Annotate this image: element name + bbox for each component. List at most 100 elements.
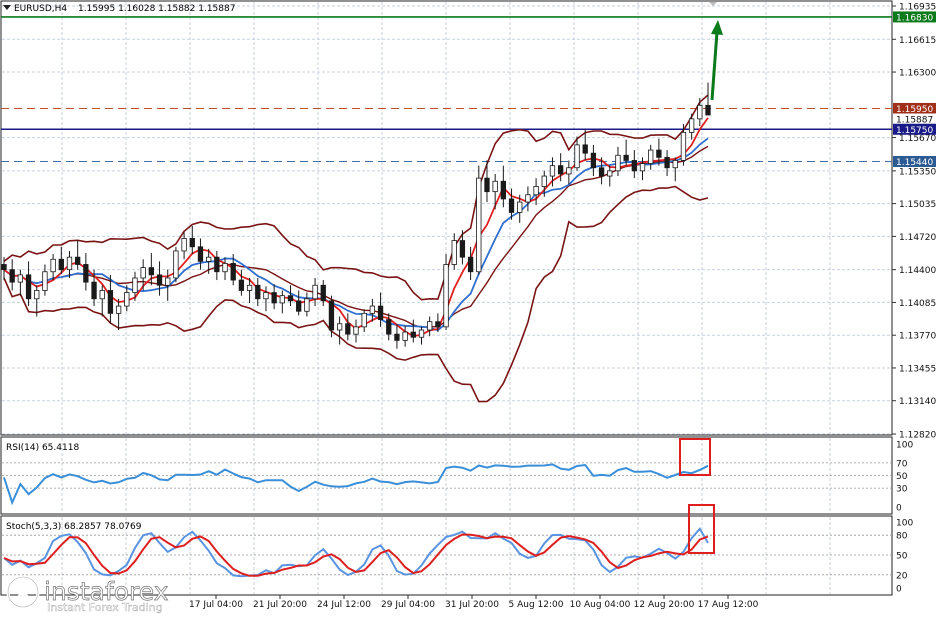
candle-body — [34, 290, 40, 300]
candle-body — [246, 284, 253, 291]
candle-body — [410, 331, 416, 338]
candle-body — [476, 177, 482, 273]
candle-body — [328, 300, 335, 331]
candle-body — [705, 104, 711, 116]
rsi-tick-label: 0 — [896, 504, 902, 514]
candle-body — [697, 104, 703, 120]
candle-body — [230, 263, 236, 281]
candle-body — [451, 240, 457, 265]
chart-canvas[interactable]: EURUSD,H4 1.15995 1.16028 1.15882 1.1588… — [0, 0, 937, 617]
symbol-timeframe: EURUSD,H4 — [14, 4, 67, 14]
candle-body — [574, 144, 580, 169]
chart-window[interactable]: EURUSD,H4 1.15995 1.16028 1.15882 1.1588… — [0, 0, 937, 617]
support-tag-label: 1.15750 — [896, 126, 933, 136]
candle-body — [566, 167, 572, 175]
candle-body — [50, 258, 56, 273]
candle-body — [165, 277, 171, 286]
price-tick-label: 1.14720 — [899, 233, 936, 243]
candle-body — [467, 256, 474, 273]
candle-body — [353, 326, 359, 335]
candle-body — [91, 281, 97, 300]
price-tick-label: 1.14400 — [899, 266, 936, 276]
candle-body — [189, 238, 195, 248]
dashed-lower-tag-label: 1.15440 — [896, 158, 933, 168]
time-tick-label: 29 Jul 04:00 — [381, 600, 435, 610]
candle-body — [181, 238, 187, 252]
candle-body — [664, 156, 670, 169]
candle-body — [287, 295, 294, 302]
candle-body — [459, 240, 466, 258]
stoch-tick-label: 80 — [896, 532, 908, 542]
candle-body — [533, 186, 539, 196]
candle-body — [361, 312, 367, 328]
watermark-tagline: Instant Forex Trading — [47, 601, 163, 614]
candle-body — [443, 264, 449, 328]
candle-body — [17, 274, 24, 283]
candle-body — [25, 274, 32, 300]
candle-body — [304, 298, 310, 312]
candle-body — [517, 201, 523, 213]
candle-body — [484, 177, 490, 193]
candle-body — [58, 258, 64, 271]
stoch-tick-label: 50 — [896, 552, 908, 562]
candle-body — [238, 279, 245, 291]
price-tick-label: 1.15350 — [899, 167, 936, 177]
candle-body — [427, 321, 433, 331]
rsi-tick-label: 100 — [896, 441, 913, 451]
stoch-tick-label: 0 — [896, 585, 902, 595]
symbol-header: EURUSD,H4 1.15995 1.16028 1.15882 1.1588… — [3, 4, 235, 14]
candle-body — [115, 305, 122, 314]
candle-body — [549, 165, 556, 177]
candle-body — [680, 131, 687, 161]
candle-body — [255, 284, 261, 300]
candle-body — [558, 165, 564, 175]
rsi-tick-label: 70 — [896, 459, 908, 469]
candle-body — [205, 256, 212, 262]
candle-body — [132, 277, 138, 293]
candle-body — [656, 149, 662, 158]
candle-body — [386, 319, 392, 335]
candle-body — [336, 323, 343, 331]
candle-body — [631, 160, 637, 172]
candle-body — [639, 163, 646, 172]
stoch-tick-label: 20 — [896, 571, 908, 581]
candle-body — [99, 290, 105, 300]
candle-body — [648, 149, 654, 164]
candle-body — [197, 246, 204, 262]
time-tick-label: 17 Jul 04:00 — [189, 600, 243, 610]
rsi-tick-label: 50 — [896, 472, 908, 482]
stoch-label: Stoch(5,3,3) 68.2857 78.0769 — [6, 522, 142, 532]
candle-body — [508, 198, 515, 213]
candle-body — [402, 331, 408, 341]
candle-body — [377, 305, 384, 320]
candle-body — [320, 284, 326, 302]
time-tick-label: 21 Jul 20:00 — [253, 600, 307, 610]
candle-body — [541, 175, 547, 187]
candle-body — [672, 160, 678, 169]
candle-body — [525, 194, 531, 203]
candle-body — [156, 274, 163, 286]
stoch-tick-label: 100 — [896, 519, 913, 529]
time-tick-label: 10 Aug 04:00 — [570, 600, 631, 610]
time-tick-label: 17 Aug 12:00 — [698, 600, 759, 610]
candle-body — [263, 292, 269, 300]
time-tick-label: 31 Jul 20:00 — [445, 600, 499, 610]
ohlc-readout: 1.15995 1.16028 1.15882 1.15887 — [78, 4, 235, 14]
candle-body — [75, 256, 81, 265]
candle-body — [1, 264, 7, 271]
rsi-tick-label: 30 — [896, 485, 908, 495]
candle-body — [500, 180, 507, 200]
time-tick-label: 12 Aug 20:00 — [634, 600, 695, 610]
price-tick-label: 1.12820 — [899, 431, 936, 441]
candle-body — [271, 292, 277, 304]
price-tick-label: 1.16935 — [899, 3, 936, 13]
candle-body — [598, 167, 605, 177]
candle-body — [148, 267, 154, 276]
price-tick-label: 1.14085 — [899, 299, 936, 309]
price-tick-label: 1.16300 — [899, 69, 936, 79]
candle-body — [124, 292, 130, 307]
price-tick-label: 1.13455 — [899, 364, 936, 374]
candle-body — [9, 269, 15, 283]
candle-body — [173, 250, 179, 279]
candle-body — [279, 295, 285, 304]
